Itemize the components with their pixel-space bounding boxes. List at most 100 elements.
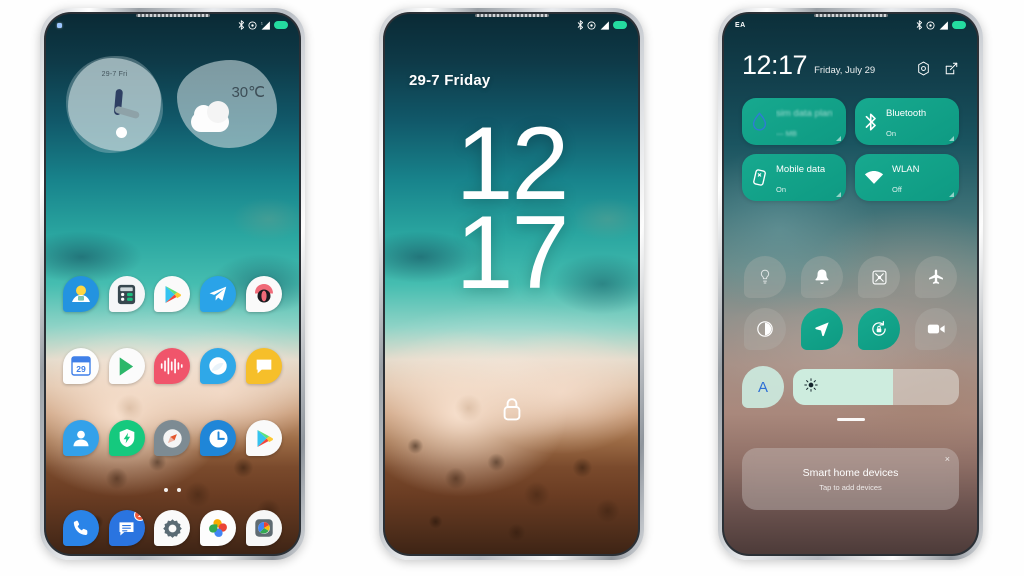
compass-app[interactable]: [154, 420, 191, 456]
settings-gear-icon[interactable]: [916, 61, 931, 76]
control-center-header: 12:17 Friday, July 29: [742, 52, 959, 79]
screenshot-stage: 1 29-7 Fri 30℃ 29 1 29-7 Friday 12 17 EA…: [0, 0, 1024, 576]
phone-control-center: EA 12:17 Friday, July 29 sim data plan —…: [718, 8, 983, 560]
clock-app[interactable]: [200, 420, 237, 456]
cloud-right-icon: [207, 101, 229, 123]
calculator-app[interactable]: [108, 276, 145, 312]
google-play-games-app[interactable]: [108, 348, 145, 384]
data-drop-icon: [752, 111, 767, 131]
tile-expand-corner-icon[interactable]: [949, 136, 954, 141]
messages-yellow-app[interactable]: [246, 348, 283, 384]
page-dot-1[interactable]: [164, 488, 168, 492]
weather-widget[interactable]: 30℃: [177, 60, 277, 148]
flashlight-icon: [760, 269, 770, 284]
smart-home-notification-card[interactable]: × Smart home devices Tap to add devices: [742, 448, 959, 510]
google-photos-app[interactable]: [200, 510, 237, 546]
page-dot-2[interactable]: [177, 488, 181, 492]
data-plan-tile[interactable]: sim data plan — MB: [742, 98, 846, 145]
front-camera-punch-hole-icon: [57, 22, 62, 28]
app-row-1: [46, 276, 299, 312]
phone2-bezel: 29-7 Friday 12 17: [383, 12, 640, 556]
clock-widget-date: 29-7 Fri: [101, 71, 128, 78]
wlan-tile[interactable]: WLAN Off: [855, 154, 959, 201]
opera-app[interactable]: [246, 276, 283, 312]
contacts-app[interactable]: [62, 420, 99, 456]
bluetooth-icon: [865, 112, 876, 131]
recorder-app[interactable]: [154, 348, 191, 384]
svg-text:1: 1: [261, 21, 263, 25]
calendar-app[interactable]: 29: [62, 348, 99, 384]
brightness-slider[interactable]: [793, 369, 959, 405]
camera-app[interactable]: [246, 510, 283, 546]
play-store-app[interactable]: [154, 276, 191, 312]
screen-recorder-toggle[interactable]: [915, 308, 957, 350]
video-camera-icon: [927, 324, 945, 334]
silent-toggle[interactable]: [801, 256, 843, 298]
status-bar: 1: [46, 14, 299, 36]
alarm-icon: [248, 20, 257, 30]
edit-icon[interactable]: [944, 61, 959, 76]
bluetooth-icon: [577, 20, 583, 30]
mi-browser-app[interactable]: [200, 348, 237, 384]
bluetooth-tile[interactable]: Bluetooth On: [855, 98, 959, 145]
dark-mode-toggle[interactable]: [744, 308, 786, 350]
security-app[interactable]: [108, 420, 145, 456]
alarm-icon: [587, 20, 596, 30]
battery-icon: [613, 21, 627, 29]
location-toggle[interactable]: [801, 308, 843, 350]
screenshot-icon: [871, 269, 887, 285]
data-plan-sub: — MB: [776, 128, 797, 138]
wlan-text: WLAN Off: [892, 158, 919, 198]
earpiece-speaker-icon-2: [474, 14, 549, 17]
panel-drag-handle[interactable]: [836, 418, 865, 422]
data-plan-text: sim data plan — MB: [776, 102, 833, 142]
status-bar-3: EA: [724, 14, 977, 36]
weather-temperature: 30℃: [231, 84, 265, 101]
lockscreen-minute: 17: [455, 195, 570, 312]
close-icon[interactable]: ×: [945, 455, 950, 464]
lockscreen-clock: 12 17: [385, 112, 638, 312]
mobile-data-text: Mobile data On: [776, 158, 825, 198]
phone-app[interactable]: [62, 510, 99, 546]
mobile-data-title: Mobile data: [776, 163, 826, 175]
auto-rotate-toggle[interactable]: [858, 308, 900, 350]
app-row-2: 29: [46, 348, 299, 384]
screenshot-toggle[interactable]: [858, 256, 900, 298]
play-store-app-2[interactable]: [246, 420, 283, 456]
signal-icon: 1: [261, 20, 270, 30]
phone2-screen: 29-7 Friday 12 17: [385, 14, 638, 554]
status-bar-carrier: EA: [735, 21, 746, 29]
auto-brightness-button[interactable]: A: [742, 366, 784, 408]
earpiece-speaker-icon: [135, 14, 210, 17]
mobile-data-sub: On: [776, 184, 787, 194]
mobile-data-tile[interactable]: Mobile data On: [742, 154, 846, 201]
location-arrow-icon: [815, 322, 829, 337]
tile-expand-corner-icon[interactable]: [949, 192, 954, 197]
settings-app[interactable]: [154, 510, 191, 546]
status-bar-2: [385, 14, 638, 36]
telegram-app[interactable]: [200, 276, 237, 312]
analog-clock-widget[interactable]: 29-7 Fri: [66, 56, 163, 153]
bluetooth-icon: [916, 20, 922, 30]
phone1-bezel: 1 29-7 Fri 30℃ 29 1: [44, 12, 301, 556]
lockscreen-date: 29-7 Friday: [409, 72, 491, 89]
page-indicator[interactable]: [46, 488, 299, 492]
brightness-sun-icon: [804, 377, 818, 397]
airplane-mode-toggle[interactable]: [915, 256, 957, 298]
mobile-data-icon: [753, 169, 766, 186]
photos-app[interactable]: [62, 276, 99, 312]
tile-expand-corner-icon[interactable]: [836, 136, 841, 141]
wlan-sub: Off: [892, 184, 902, 194]
flashlight-toggle[interactable]: [744, 256, 786, 298]
phone3-bezel: EA 12:17 Friday, July 29 sim data plan —…: [722, 12, 979, 556]
tile-expand-corner-icon[interactable]: [836, 192, 841, 197]
lock-icon[interactable]: [501, 396, 523, 427]
earpiece-speaker-icon-3: [813, 14, 888, 17]
brightness-row: A: [742, 366, 959, 408]
dock: 1: [46, 510, 299, 546]
clock-widget-dot-icon: [116, 127, 128, 138]
battery-icon: [952, 21, 966, 29]
sms-app[interactable]: 1: [108, 510, 145, 546]
toggle-grid: [742, 256, 959, 350]
bluetooth-title: Bluetooth: [886, 107, 927, 119]
